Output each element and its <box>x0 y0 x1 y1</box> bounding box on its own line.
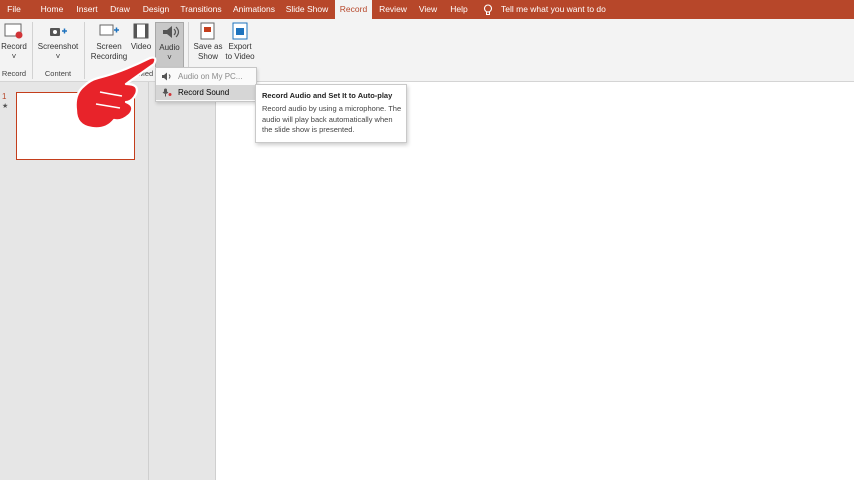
tab-design[interactable]: Design <box>140 0 172 19</box>
export-to-video-button[interactable]: Export to Video <box>224 22 256 68</box>
record-icon <box>3 22 25 40</box>
record-dropdown-arrow: ˅ <box>11 52 17 61</box>
tooltip-body: Record audio by using a microphone. The … <box>262 104 402 134</box>
tab-slide-show[interactable]: Slide Show <box>284 0 330 19</box>
animation-star-icon: ★ <box>2 103 9 110</box>
slide-thumbnail-pane: 1 ★ <box>0 82 149 480</box>
tab-record[interactable]: Record <box>335 0 372 19</box>
ribbon-tab-bar: File Home Insert Draw Design Transitions… <box>0 0 854 19</box>
record-label: Record <box>1 42 27 51</box>
tab-view[interactable]: View <box>415 0 441 19</box>
export-video-icon <box>229 22 251 40</box>
tab-review[interactable]: Review <box>375 0 411 19</box>
speaker-icon <box>159 23 181 41</box>
audio-dropdown-menu: Audio on My PC... Record Sound <box>155 67 257 102</box>
menu-item-label: Record Sound <box>178 88 230 97</box>
pointing-hand-icon <box>74 56 157 130</box>
record-sound-tooltip: Record Audio and Set It to Auto-play Rec… <box>255 84 407 143</box>
tab-animations[interactable]: Animations <box>229 0 279 19</box>
save-as-show-label: Save as <box>193 42 223 51</box>
group-separator <box>32 22 33 79</box>
save-show-icon <box>197 22 219 40</box>
record-button[interactable]: Record ˅ <box>1 22 27 68</box>
speaker-small-icon <box>162 72 171 81</box>
tab-transitions[interactable]: Transitions <box>177 0 225 19</box>
save-as-show-label-2: Show <box>197 52 218 61</box>
tab-draw[interactable]: Draw <box>106 0 134 19</box>
tab-home[interactable]: Home <box>36 0 68 19</box>
tell-me-label: Tell me what you want to do <box>501 4 606 14</box>
side-gutter <box>149 82 216 480</box>
export-to-video-label-2: to Video <box>225 52 255 61</box>
microphone-icon <box>162 88 172 97</box>
tab-help[interactable]: Help <box>446 0 472 19</box>
screen-recording-icon <box>98 22 120 40</box>
group-label-record: Record <box>1 69 27 78</box>
tab-file[interactable]: File <box>0 0 28 19</box>
tooltip-title: Record Audio and Set It to Auto-play <box>262 91 393 100</box>
menu-item-audio-on-my-pc[interactable]: Audio on My PC... <box>156 69 256 84</box>
film-icon <box>130 22 152 40</box>
menu-item-record-sound[interactable]: Record Sound <box>156 85 256 100</box>
tab-insert[interactable]: Insert <box>72 0 102 19</box>
export-to-video-label: Export <box>228 42 252 51</box>
slide-number: 1 <box>2 92 7 101</box>
save-as-show-button[interactable]: Save as Show <box>192 22 224 68</box>
lightbulb-icon <box>483 4 493 15</box>
audio-label: Audio <box>159 43 180 52</box>
menu-item-label: Audio on My PC... <box>178 72 243 81</box>
audio-dropdown-arrow: ˅ <box>167 53 172 62</box>
camera-icon <box>47 22 69 40</box>
